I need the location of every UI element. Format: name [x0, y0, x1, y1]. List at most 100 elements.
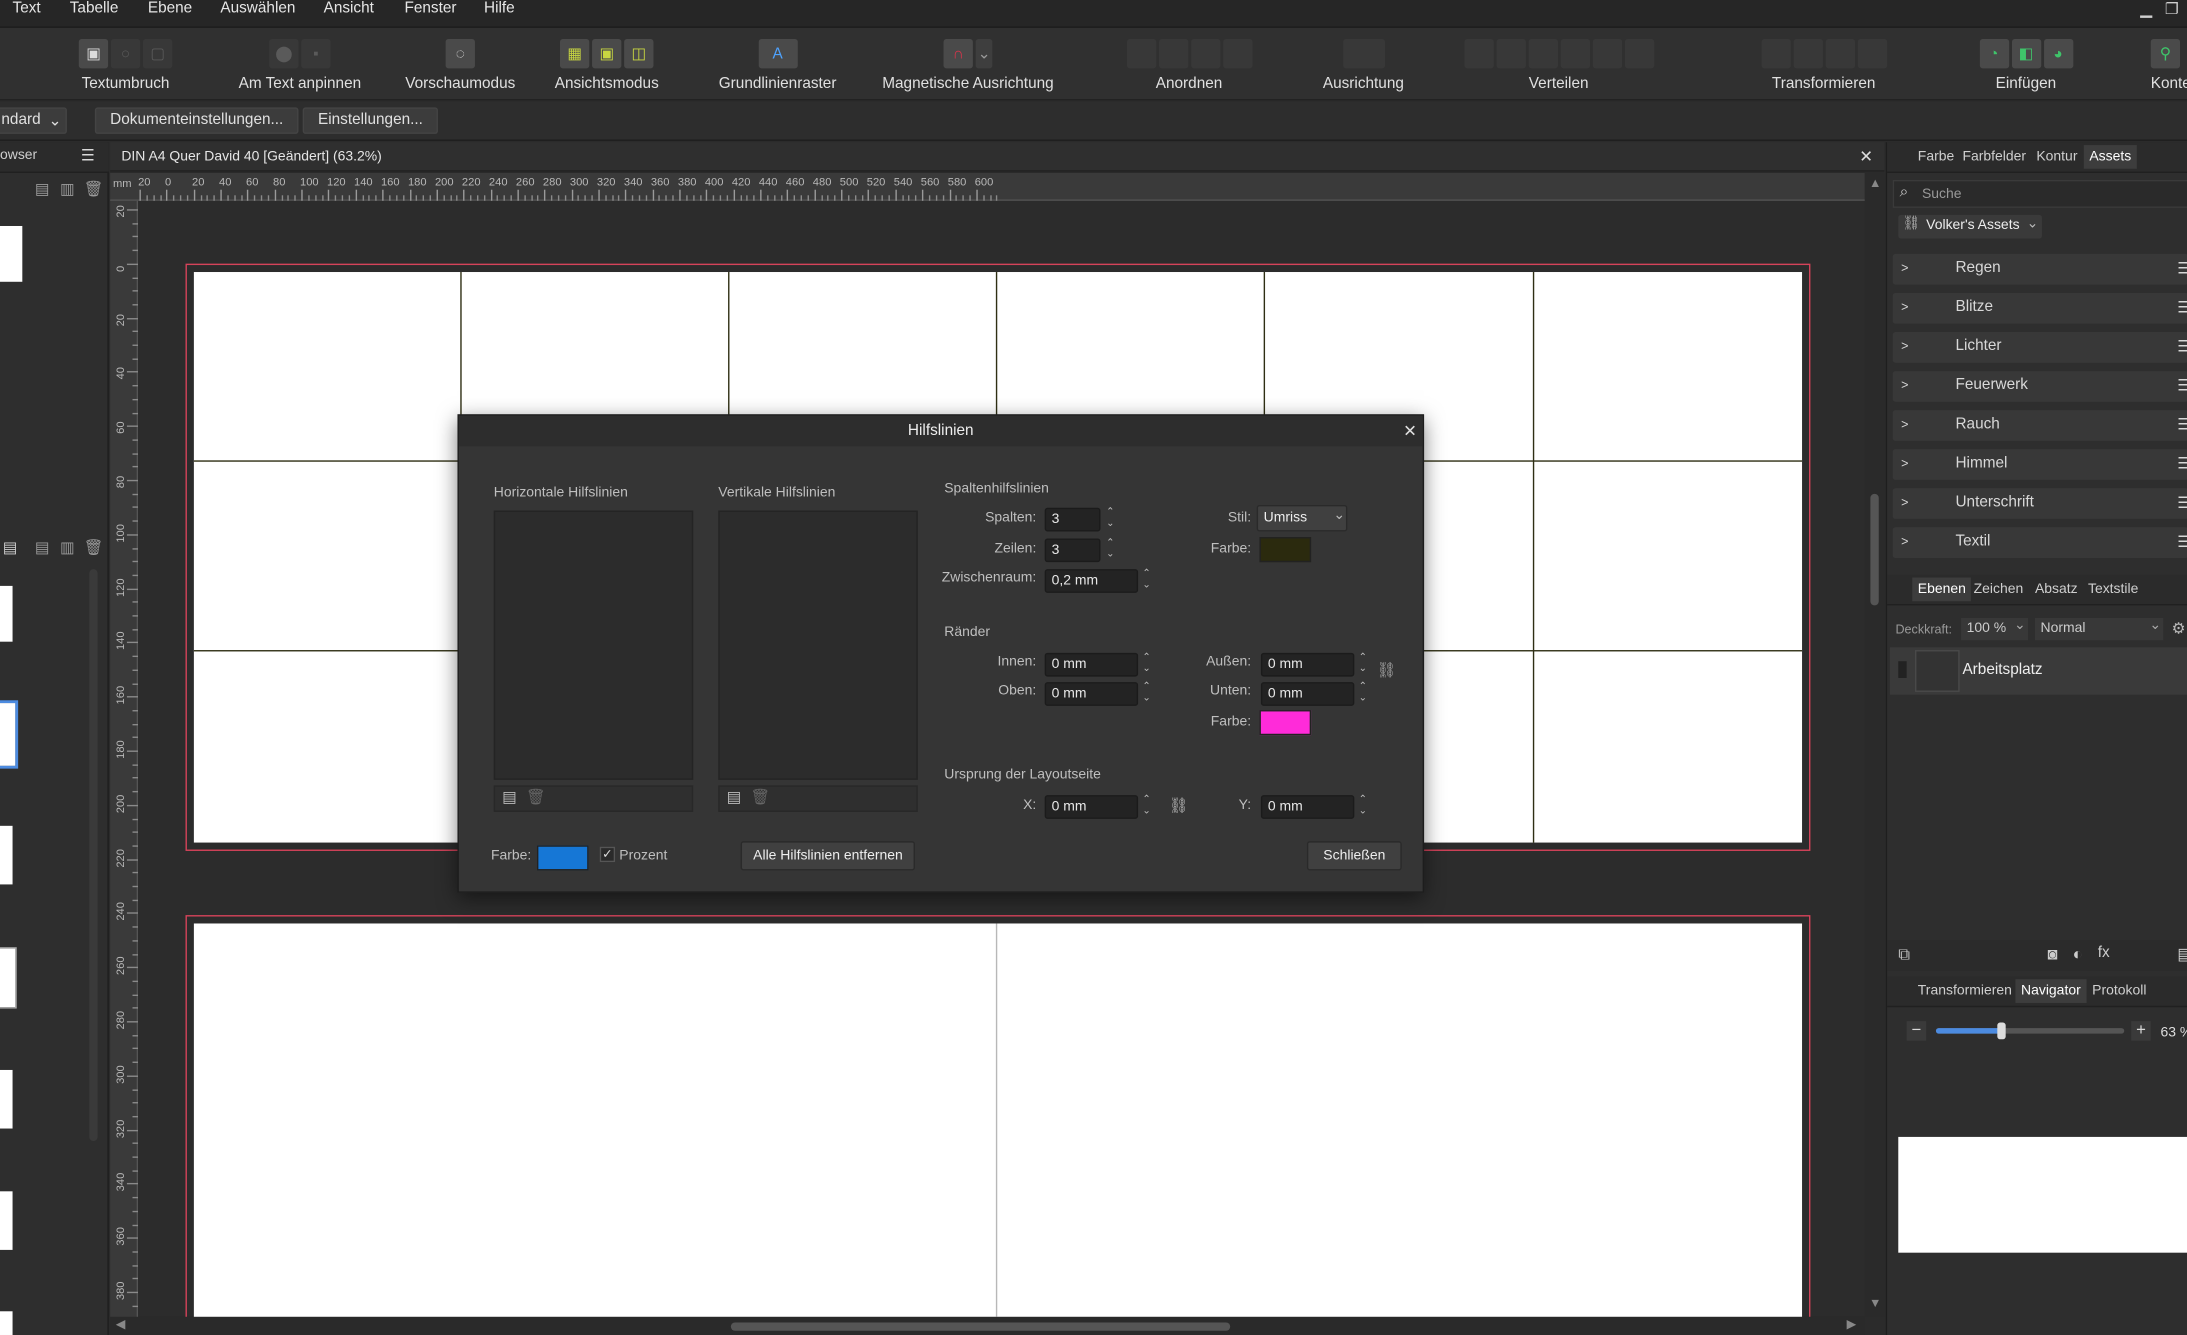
magnet-icon[interactable]: ∩	[943, 39, 973, 69]
origin-y-input[interactable]: 0 mm	[1260, 795, 1355, 819]
rows-stepper[interactable]: ⌃ ⌄	[1105, 538, 1116, 562]
preview-icon[interactable]: ◌	[445, 39, 475, 69]
guides-color-swatch[interactable]	[536, 845, 589, 871]
tab-navigator[interactable]: Navigator	[2015, 979, 2087, 1003]
scroll-up-icon[interactable]: ▲	[1869, 176, 1881, 190]
columns-input[interactable]: 3	[1044, 507, 1101, 532]
trash-icon-2[interactable]: 🗑	[84, 538, 103, 557]
blend-mode-dropdown[interactable]: Normal ⌄	[2034, 617, 2164, 641]
y-stepper[interactable]: ⌃ ⌄	[1357, 795, 1368, 819]
asset-category-unterschrift[interactable]: > Unterschrift ☰	[1892, 488, 2187, 519]
tab-kontur[interactable]: Kontur	[2031, 145, 2083, 169]
asset-category-regen[interactable]: > Regen ☰	[1892, 253, 2187, 285]
link-margins-icon[interactable]: ⛓	[1377, 661, 1396, 680]
navigator-preview[interactable]	[1898, 1136, 2187, 1253]
square-icon[interactable]: ▢	[142, 39, 173, 69]
inner-stepper[interactable]: ⌃ ⌄	[1141, 653, 1152, 677]
menu-icon[interactable]: ☰	[2177, 259, 2187, 278]
trash-icon[interactable]: 🗑	[750, 788, 769, 807]
percent-checkbox[interactable]: ✓	[599, 846, 616, 863]
copy-layer-icon[interactable]: ⧉	[1898, 944, 1910, 965]
t1-icon[interactable]	[1760, 39, 1791, 69]
menu-icon[interactable]: ☰	[81, 146, 95, 165]
page-thumbnail-4[interactable]	[0, 947, 17, 1009]
insert-3-icon[interactable]: ◕	[2043, 39, 2073, 69]
duplicate-page-icon-2[interactable]: ▥	[60, 538, 75, 557]
menu-text[interactable]: Text	[13, 0, 41, 17]
scroll-left-icon[interactable]: ◀	[116, 1317, 126, 1332]
zoom-slider-handle[interactable]	[1997, 1022, 2007, 1040]
preset-dropdown[interactable]: ndard ⌄	[0, 107, 67, 134]
menu-icon[interactable]: ☰	[2177, 533, 2187, 551]
scroll-down-icon[interactable]: ▼	[1869, 1296, 1881, 1310]
horizontal-scrollbar[interactable]: ◀ ▶	[110, 1316, 1865, 1335]
arrange-1-icon[interactable]	[1126, 39, 1156, 69]
view-clip-icon[interactable]: ◫	[624, 39, 654, 69]
menu-ebene[interactable]: Ebene	[148, 0, 192, 17]
dist-6-icon[interactable]	[1624, 39, 1654, 69]
gutter-input[interactable]: 0,2 mm	[1044, 569, 1139, 593]
menu-icon[interactable]: ▤	[2177, 944, 2187, 964]
tab-protokoll[interactable]: Protokoll	[2087, 979, 2152, 1003]
t3-icon[interactable]	[1825, 39, 1855, 69]
asset-category-rauch[interactable]: > Rauch ☰	[1892, 410, 2187, 441]
fx-icon[interactable]: fx	[2098, 944, 2110, 961]
tab-farbfelder[interactable]: Farbfelder	[1957, 145, 2032, 169]
vertical-guides-list[interactable]	[718, 510, 918, 780]
outer-stepper[interactable]: ⌃ ⌄	[1357, 653, 1368, 677]
zoom-out-icon[interactable]: −	[1906, 1020, 1927, 1041]
gutter-stepper[interactable]: ⌃ ⌄	[1141, 569, 1152, 593]
asset-category-feuerwerk[interactable]: > Feuerwerk ☰	[1892, 371, 2187, 402]
page-thumbnail-1[interactable]	[0, 585, 13, 642]
baseline-grid-icon[interactable]: A	[758, 39, 798, 69]
align-icon[interactable]	[1342, 39, 1385, 69]
menu-auswaehlen[interactable]: Auswählen	[220, 0, 295, 17]
menu-ansicht[interactable]: Ansicht	[324, 0, 374, 17]
top-margin-input[interactable]: 0 mm	[1044, 682, 1139, 706]
pages-scrollbar[interactable]	[89, 569, 98, 1142]
view-bleed-icon[interactable]: ▣	[592, 39, 622, 69]
bottom-stepper[interactable]: ⌃ ⌄	[1357, 682, 1368, 706]
rows-input[interactable]: 3	[1044, 538, 1101, 563]
asset-category-himmel[interactable]: > Himmel ☰	[1892, 449, 2187, 480]
trash-icon[interactable]: 🗑	[526, 788, 545, 807]
pin-icon[interactable]: ⬤	[269, 39, 299, 69]
columns-stepper[interactable]: ⌃ ⌄	[1105, 508, 1116, 532]
tab-assets[interactable]: Assets	[2083, 145, 2137, 169]
insert-2-icon[interactable]: ◧	[2011, 39, 2041, 69]
dist-1-icon[interactable]	[1463, 39, 1494, 69]
gear-icon[interactable]: ⚙	[2172, 619, 2186, 638]
t4-icon[interactable]	[1857, 39, 1887, 69]
asset-category-lichter[interactable]: > Lichter ☰	[1892, 332, 2187, 363]
close-icon[interactable]: ✕	[1859, 146, 1873, 166]
zoom-value[interactable]: 63 %	[2160, 1025, 2187, 1040]
add-guide-icon[interactable]: ▤	[502, 788, 517, 807]
menu-hilfe[interactable]: Hilfe	[484, 0, 515, 17]
inner-margin-input[interactable]: 0 mm	[1044, 652, 1139, 677]
guide-color-swatch[interactable]	[1259, 537, 1312, 563]
dist-4-icon[interactable]	[1560, 39, 1590, 69]
vertical-scrollbar[interactable]: ▲ ▼	[1864, 172, 1885, 1317]
page-thumbnail-5[interactable]	[0, 1069, 13, 1129]
textwrap-icon[interactable]: ▣	[78, 39, 109, 69]
menu-icon[interactable]: ☰	[2177, 338, 2187, 356]
vscroll-thumb[interactable]	[1870, 493, 1879, 606]
dist-5-icon[interactable]	[1592, 39, 1622, 69]
add-page-icon[interactable]: ▤	[35, 180, 50, 198]
circle-icon[interactable]: ○	[110, 39, 141, 69]
menu-icon[interactable]: ☰	[2177, 377, 2187, 395]
page-thumbnail-3[interactable]	[0, 825, 13, 885]
insert-1-icon[interactable]: ◔	[1979, 39, 2009, 69]
outer-margin-input[interactable]: 0 mm	[1260, 652, 1355, 677]
add-guide-icon[interactable]: ▤	[727, 788, 742, 807]
document-tab[interactable]: DIN A4 Quer David 40 [Geändert] (63.2%) …	[110, 142, 1885, 172]
chevron-down-icon[interactable]: ⌄	[975, 39, 993, 69]
close-button[interactable]: Schließen	[1306, 841, 1402, 871]
zoom-in-icon[interactable]: +	[2131, 1020, 2151, 1041]
top-stepper[interactable]: ⌃ ⌄	[1141, 682, 1152, 706]
t2-icon[interactable]	[1792, 39, 1823, 69]
tab-ebenen[interactable]: Ebenen	[1912, 577, 1972, 602]
menu-icon[interactable]: ☰	[2177, 494, 2187, 512]
tab-textstile[interactable]: Textstile	[2082, 578, 2144, 602]
page-spread-2[interactable]	[185, 915, 1811, 1317]
